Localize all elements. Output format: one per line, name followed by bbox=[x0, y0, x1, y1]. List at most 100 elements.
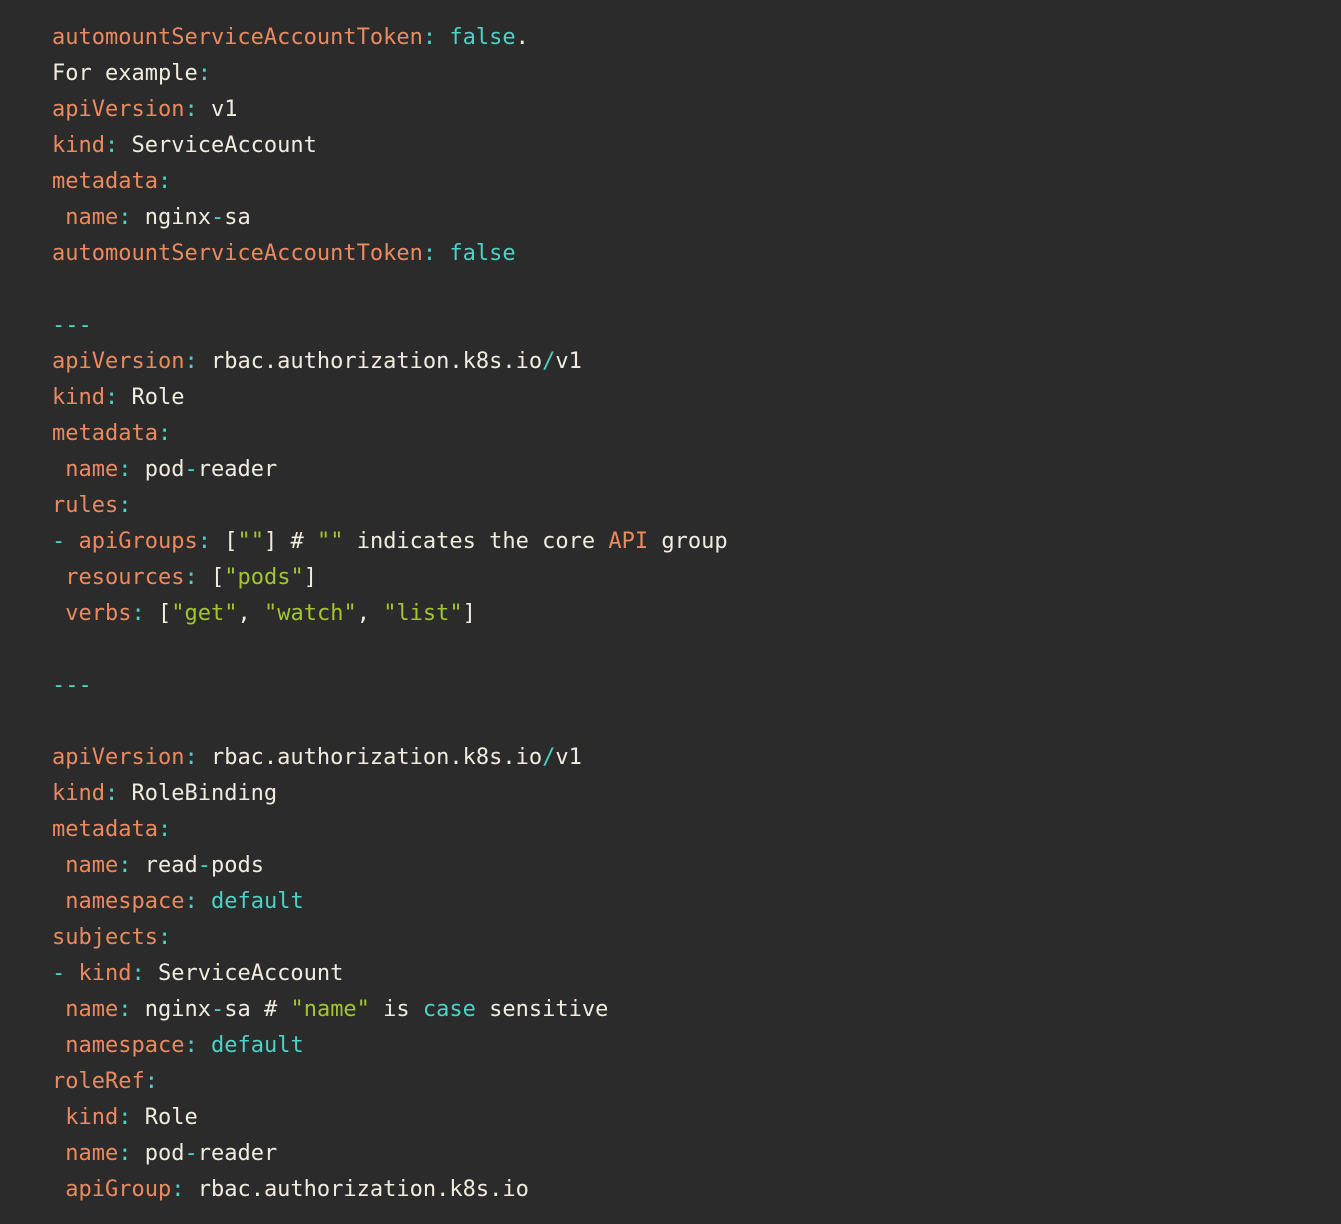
token-op: : bbox=[184, 1033, 197, 1058]
code-line: metadata: bbox=[52, 164, 1331, 200]
code-line: rules: bbox=[52, 488, 1331, 524]
code-line: automountServiceAccountToken: false bbox=[52, 236, 1331, 272]
token-text: , bbox=[357, 601, 384, 626]
token-key: name bbox=[65, 457, 118, 482]
token-key: subjects bbox=[52, 925, 158, 950]
code-line: metadata: bbox=[52, 812, 1331, 848]
token-str: "pods" bbox=[224, 565, 303, 590]
token-op: false bbox=[449, 241, 515, 266]
token-text: , bbox=[237, 601, 264, 626]
code-line: For example: bbox=[52, 56, 1331, 92]
token-op: : bbox=[158, 169, 171, 194]
token-key: kind bbox=[79, 961, 132, 986]
code-line-blank bbox=[52, 272, 1331, 308]
token-text: read bbox=[131, 853, 197, 878]
code-line: apiVersion: rbac.authorization.k8s.io/v1 bbox=[52, 740, 1331, 776]
token-op: : bbox=[184, 565, 197, 590]
token-op: : bbox=[184, 97, 197, 122]
token-op: - bbox=[211, 205, 224, 230]
token-text bbox=[52, 853, 65, 878]
token-text: ] bbox=[463, 601, 476, 626]
code-line: metadata: bbox=[52, 416, 1331, 452]
token-text: pod bbox=[131, 1141, 184, 1166]
token-text: [ bbox=[211, 529, 238, 554]
token-text: pods bbox=[211, 853, 264, 878]
token-key: name bbox=[65, 205, 118, 230]
token-key: rules bbox=[52, 493, 118, 518]
code-line: name: read-pods bbox=[52, 848, 1331, 884]
code-line: subjects: bbox=[52, 920, 1331, 956]
token-str: "get" bbox=[171, 601, 237, 626]
code-line: namespace: default bbox=[52, 1028, 1331, 1064]
token-str: "list" bbox=[383, 601, 462, 626]
code-line: - apiGroups: [""] # "" indicates the cor… bbox=[52, 524, 1331, 560]
token-key: name bbox=[65, 853, 118, 878]
token-key: name bbox=[65, 997, 118, 1022]
code-line: verbs: ["get", "watch", "list"] bbox=[52, 596, 1331, 632]
token-text bbox=[52, 1177, 65, 1202]
token-text: reader bbox=[198, 457, 277, 482]
token-str: "watch" bbox=[264, 601, 357, 626]
token-str: "name" bbox=[290, 997, 369, 1022]
token-text: v1 bbox=[555, 349, 582, 374]
code-block: automountServiceAccountToken: false.For … bbox=[0, 0, 1341, 1224]
token-op: - bbox=[52, 961, 65, 986]
token-text: sensitive bbox=[476, 997, 608, 1022]
token-text: Role bbox=[131, 1105, 197, 1130]
token-op: --- bbox=[52, 673, 92, 698]
token-op: : bbox=[184, 889, 197, 914]
token-key: resources bbox=[65, 565, 184, 590]
token-text: ] bbox=[304, 565, 317, 590]
token-op: : bbox=[184, 349, 197, 374]
token-key: metadata bbox=[52, 421, 158, 446]
token-text: group bbox=[648, 529, 727, 554]
token-op: : bbox=[171, 1177, 184, 1202]
token-text: indicates the core bbox=[343, 529, 608, 554]
token-text: sa bbox=[224, 205, 251, 230]
token-text: v1 bbox=[555, 745, 582, 770]
token-text: Role bbox=[118, 385, 184, 410]
token-op: : bbox=[118, 1141, 131, 1166]
code-line-blank bbox=[52, 632, 1331, 668]
token-op: : bbox=[118, 853, 131, 878]
token-key: verbs bbox=[65, 601, 131, 626]
token-key: metadata bbox=[52, 817, 158, 842]
token-text bbox=[52, 457, 65, 482]
code-line: name: pod-reader bbox=[52, 452, 1331, 488]
token-op: --- bbox=[52, 313, 92, 338]
token-text: nginx bbox=[131, 997, 210, 1022]
token-text: RoleBinding bbox=[118, 781, 277, 806]
token-op: : bbox=[158, 817, 171, 842]
token-text bbox=[52, 1105, 65, 1130]
token-text bbox=[52, 205, 65, 230]
token-key: apiVersion bbox=[52, 97, 184, 122]
token-op: / bbox=[542, 349, 555, 374]
code-line: kind: RoleBinding bbox=[52, 776, 1331, 812]
token-op: : bbox=[158, 925, 171, 950]
token-key: kind bbox=[65, 1105, 118, 1130]
token-text: rbac.authorization.k8s.io bbox=[198, 349, 542, 374]
token-text: nginx bbox=[131, 205, 210, 230]
code-line-blank bbox=[52, 704, 1331, 740]
token-op: : bbox=[131, 961, 144, 986]
code-line: namespace: default bbox=[52, 884, 1331, 920]
code-line: kind: Role bbox=[52, 380, 1331, 416]
code-line: name: pod-reader bbox=[52, 1136, 1331, 1172]
token-text bbox=[52, 889, 65, 914]
token-text: For example bbox=[52, 61, 198, 86]
token-text bbox=[65, 529, 78, 554]
token-op: : bbox=[158, 421, 171, 446]
token-op: : bbox=[198, 529, 211, 554]
code-line: resources: ["pods"] bbox=[52, 560, 1331, 596]
token-op: : bbox=[145, 1069, 158, 1094]
token-op: - bbox=[211, 997, 224, 1022]
token-op: - bbox=[184, 1141, 197, 1166]
token-str: "" bbox=[317, 529, 344, 554]
token-op: : bbox=[423, 25, 436, 50]
token-op: : bbox=[131, 601, 144, 626]
token-key: apiGroup bbox=[65, 1177, 171, 1202]
token-text bbox=[198, 1033, 211, 1058]
code-line: --- bbox=[52, 308, 1331, 344]
token-key: apiVersion bbox=[52, 349, 184, 374]
token-key: apiGroups bbox=[79, 529, 198, 554]
